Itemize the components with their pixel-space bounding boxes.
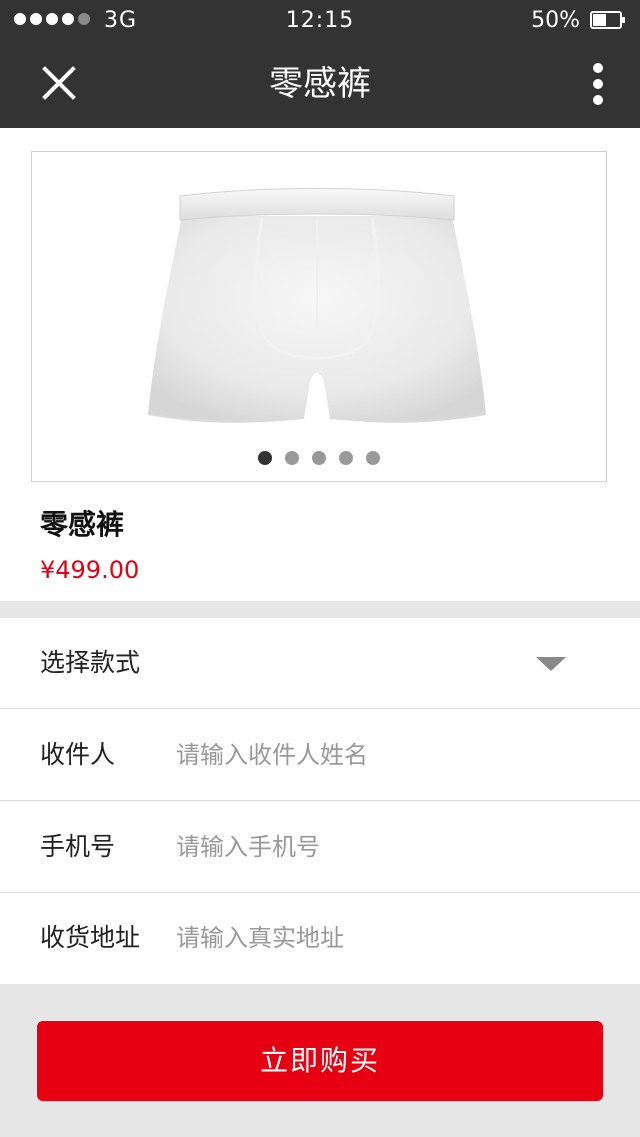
carousel-indicators — [32, 451, 606, 465]
top-bar: 3G 12:15 50% 零感裤 — [0, 0, 640, 128]
address-input[interactable] — [176, 913, 596, 963]
phone-input[interactable] — [176, 822, 596, 872]
carousel-indicator-dot[interactable] — [339, 451, 353, 465]
product-price: ¥499.00 — [40, 556, 140, 584]
divider — [0, 708, 640, 709]
image-carousel[interactable] — [31, 151, 607, 482]
recipient-label: 收件人 — [40, 740, 116, 769]
style-select[interactable]: 选择款式 — [0, 618, 640, 709]
carousel-indicator-dot[interactable] — [312, 451, 326, 465]
product-section: 零感裤 ¥499.00 — [0, 128, 640, 601]
page-title: 零感裤 — [269, 64, 371, 104]
carousel-indicator-dot[interactable] — [285, 451, 299, 465]
order-form: 选择款式 收件人 手机号 收货地址 — [0, 618, 640, 984]
status-bar: 3G 12:15 50% — [0, 0, 640, 40]
phone-row: 手机号 — [0, 802, 640, 893]
recipient-input[interactable] — [176, 730, 596, 780]
carousel-indicator-dot[interactable] — [258, 451, 272, 465]
product-name: 零感裤 — [40, 508, 125, 541]
address-label: 收货地址 — [40, 923, 141, 952]
product-image — [147, 188, 487, 423]
recipient-row: 收件人 — [0, 710, 640, 801]
address-row: 收货地址 — [0, 893, 640, 984]
divider — [0, 800, 640, 801]
phone-label: 手机号 — [40, 832, 116, 861]
battery-percent: 50% — [531, 8, 580, 33]
more-options-button[interactable] — [578, 60, 618, 108]
battery-icon — [590, 11, 625, 29]
chevron-down-icon — [536, 657, 566, 671]
buy-now-button[interactable]: 立即购买 — [37, 1021, 603, 1101]
carousel-indicator-dot[interactable] — [366, 451, 380, 465]
navigation-bar: 零感裤 — [0, 40, 640, 128]
style-select-label: 选择款式 — [40, 648, 141, 677]
more-vertical-icon — [593, 63, 603, 105]
